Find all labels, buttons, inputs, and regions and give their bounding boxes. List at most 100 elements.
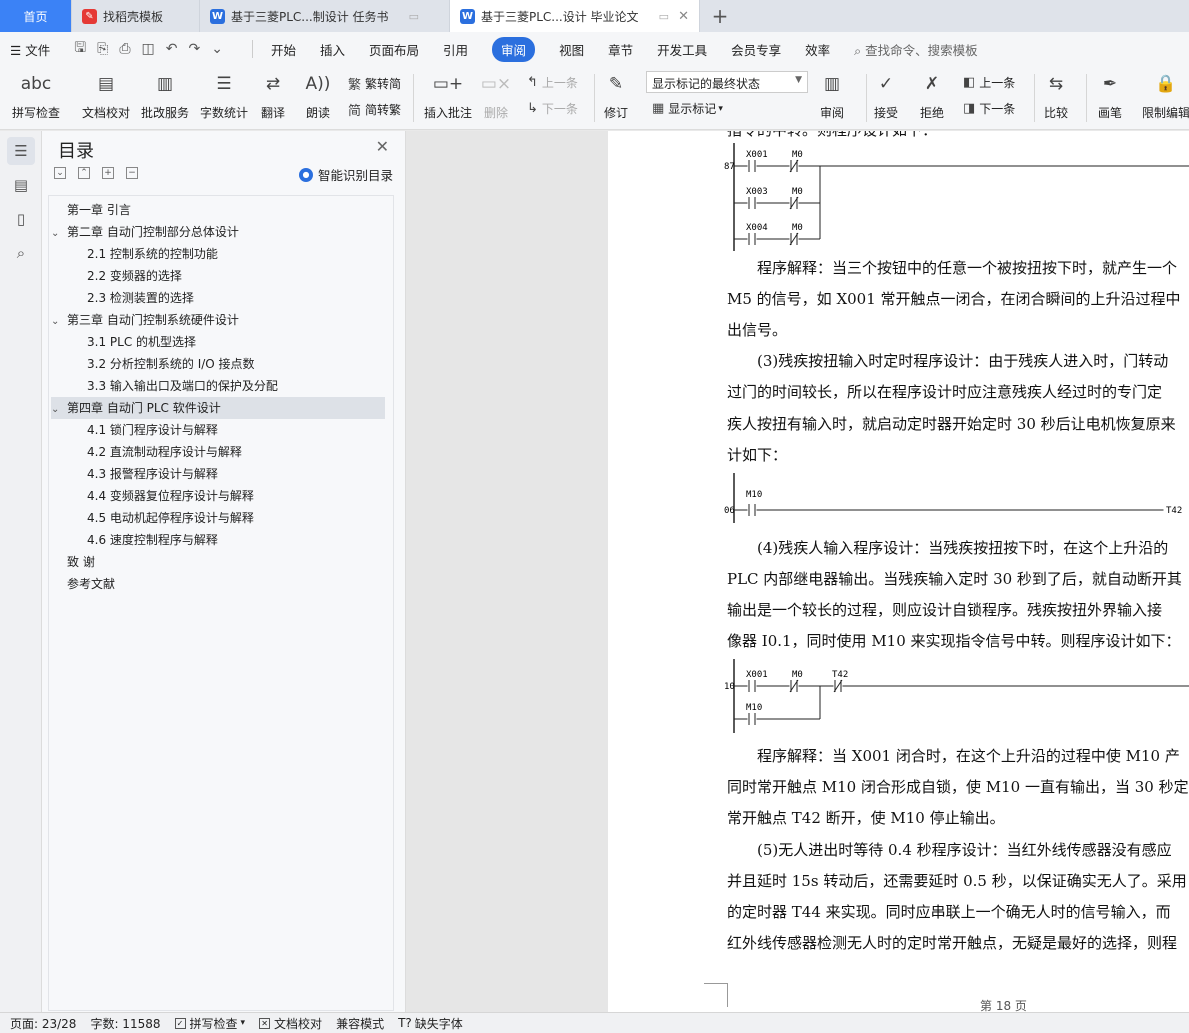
prev-comment-button[interactable]: ↰ 上一条 (527, 74, 578, 91)
menu-review[interactable]: 审阅 (492, 36, 536, 62)
close-icon[interactable]: ✕ (376, 137, 389, 156)
toc-item[interactable]: 4.3 报警程序设计与解释 (87, 463, 385, 485)
toc-item[interactable]: ⌄ 第三章 自动门控制系统硬件设计 (51, 309, 385, 331)
simp-to-trad-button[interactable]: 简简转繁 (348, 100, 401, 119)
close-icon[interactable]: ✕ (678, 9, 689, 24)
track-changes-button[interactable]: ✎ 修订 (602, 70, 630, 121)
doccheck-button[interactable]: ▤ 文档校对 (82, 70, 130, 121)
menu-layout[interactable]: 页面布局 (369, 40, 419, 59)
chevron-down-icon[interactable]: ⌄ (51, 311, 67, 333)
toc-item[interactable]: 4.4 变频器复位程序设计与解释 (87, 485, 385, 507)
doc-text-line: (5)无人进出时等待 0.4 秒程序设计：当红外线传感器没有感应 (757, 841, 1172, 859)
toc-item-label: 2.3 检测装置的选择 (87, 291, 194, 305)
expand-all-icon[interactable]: ⌃ (78, 167, 90, 179)
more-icon[interactable]: ⌄ (211, 41, 223, 57)
export-icon[interactable]: ⎘ (97, 41, 108, 57)
menu-reference[interactable]: 引用 (443, 40, 468, 59)
preview-icon[interactable]: ◫ (142, 41, 155, 57)
toc-item[interactable]: ⌄ 第四章 自动门 PLC 软件设计 (51, 397, 385, 419)
toc-item[interactable]: 4.5 电动机起停程序设计与解释 (87, 507, 385, 529)
wordcount-button[interactable]: ☰ 字数统计 (200, 70, 248, 121)
status-spellcheck[interactable]: ✓ 拼写检查 ▾ (174, 1015, 245, 1032)
toc-item[interactable]: 4.2 直流制动程序设计与解释 (87, 441, 385, 463)
tab-home[interactable]: 首页 (0, 0, 72, 32)
menu-chapter[interactable]: 章节 (608, 40, 633, 59)
review-pane-button[interactable]: ▥ 审阅 (818, 70, 846, 121)
ladder-step-number: 06 (724, 506, 735, 516)
prev-change-button[interactable]: ◧ 上一条 (963, 74, 1015, 91)
menu-efficiency[interactable]: 效率 (805, 40, 830, 59)
chevron-down-icon[interactable]: ⌄ (51, 223, 67, 245)
pin-icon[interactable]: ▭ (409, 10, 419, 23)
word-count[interactable]: 字数: 11588 (90, 1015, 160, 1032)
undo-icon[interactable]: ↶ (166, 41, 178, 57)
accept-button[interactable]: ✓ 接受 (872, 70, 900, 121)
toc-item[interactable]: 致 谢 (51, 551, 385, 573)
contact-x004: X004 (746, 223, 768, 246)
show-markup-button[interactable]: ▦ 显示标记 ▾ (652, 100, 723, 117)
menu-member[interactable]: 会员专享 (731, 40, 781, 59)
remove-heading-icon[interactable]: − (126, 167, 138, 179)
next-comment-button[interactable]: ↳ 下一条 (527, 100, 578, 117)
spellcheck-button[interactable]: abc 拼写检查 (12, 70, 60, 121)
menu-view[interactable]: 视图 (559, 40, 584, 59)
chapter-nav-icon[interactable]: ▤ (7, 171, 35, 199)
menu-insert[interactable]: 插入 (320, 40, 345, 59)
divider (866, 74, 867, 122)
missing-font[interactable]: T? 缺失字体 (398, 1015, 463, 1032)
document-page[interactable]: 指令的中转。则程序设计如下： 87 X001 M0 X003 M0 X004 M… (608, 131, 1189, 1012)
menu-devtools[interactable]: 开发工具 (657, 40, 707, 59)
toc-item[interactable]: 2.2 变频器的选择 (87, 265, 385, 287)
save-icon[interactable]: 🖫 (74, 37, 86, 61)
search-icon[interactable]: ⌕ (7, 239, 35, 267)
tab-task-doc[interactable]: W 基于三菱PLC...制设计 任务书 ▭ (200, 0, 450, 32)
file-menu[interactable]: ☰ 文件 (10, 40, 50, 59)
toc-item-label: 4.4 变频器复位程序设计与解释 (87, 489, 254, 503)
spellcheck-icon: abc (20, 74, 52, 94)
insert-comment-button[interactable]: ▭+ 插入批注 (424, 70, 472, 121)
toc-item[interactable]: ⌄ 第二章 自动门控制部分总体设计 (51, 221, 385, 243)
toc-item[interactable]: 4.1 锁门程序设计与解释 (87, 419, 385, 441)
command-search[interactable]: ⌕ 查找命令、搜索模板 (854, 40, 978, 59)
reject-button[interactable]: ✗ 拒绝 (918, 70, 946, 121)
toc-item[interactable]: 4.6 速度控制程序与解释 (87, 529, 385, 551)
pin-icon[interactable]: ▭ (659, 10, 669, 23)
smart-toc-button[interactable]: ● 智能识别目录 (298, 165, 393, 184)
translate-button[interactable]: ⇄ 翻译 (259, 70, 287, 121)
tab-thesis-doc[interactable]: W 基于三菱PLC...设计 毕业论文 ▭ ✕ (450, 0, 700, 32)
toc-item[interactable]: 3.1 PLC 的机型选择 (87, 331, 385, 353)
doc-text-line: 红外线传感器检测无人时的定时常开触点，无疑是最好的选择，则程 (727, 934, 1178, 952)
ladder-diagram-2: 06 M10 T42 (724, 473, 1189, 523)
add-heading-icon[interactable]: + (102, 167, 114, 179)
collapse-all-icon[interactable]: ⌄ (54, 167, 66, 179)
toc-item[interactable]: 2.1 控制系统的控制功能 (87, 243, 385, 265)
toc-item[interactable]: 参考文献 (51, 573, 385, 595)
toc-icon[interactable]: ☰ (7, 137, 35, 165)
status-proofread[interactable]: ✕ 文档校对 (259, 1015, 322, 1032)
menu-start[interactable]: 开始 (271, 40, 296, 59)
toc-item-label: 第三章 自动门控制系统硬件设计 (67, 313, 239, 327)
trad-to-simp-button[interactable]: 繁繁转简 (348, 74, 401, 93)
restrict-edit-button[interactable]: 🔒 限制编辑 (1142, 70, 1189, 121)
toc-toolbar: ⌄ ⌃ + − (54, 167, 150, 179)
redo-icon[interactable]: ↷ (189, 41, 201, 57)
toc-item[interactable]: 3.2 分析控制系统的 I/O 接点数 (87, 353, 385, 375)
add-tab-icon[interactable]: + (700, 0, 740, 32)
doc-text-line: 同时常开触点 M10 闭合形成自锁，使 M10 一直有输出，当 30 秒定 (727, 778, 1189, 796)
toc-item-label: 4.1 锁门程序设计与解释 (87, 423, 218, 437)
chevron-down-icon[interactable]: ⌄ (51, 399, 67, 421)
tab-template[interactable]: ✎ 找稻壳模板 (72, 0, 200, 32)
print-icon[interactable]: ⎙ (119, 41, 130, 57)
toc-item[interactable]: 2.3 检测装置的选择 (87, 287, 385, 309)
compare-button[interactable]: ⇆ 比较 (1042, 70, 1070, 121)
delete-comment-button[interactable]: ▭× 删除 (481, 70, 511, 121)
batch-service-button[interactable]: ▥ 批改服务 (141, 70, 189, 121)
page-indicator[interactable]: 页面: 23/28 (10, 1015, 76, 1032)
pen-button[interactable]: ✒ 画笔 (1096, 70, 1124, 121)
next-change-button[interactable]: ◨ 下一条 (963, 100, 1015, 117)
toc-item[interactable]: 3.3 输入输出口及端口的保护及分配 (87, 375, 385, 397)
bookmark-icon[interactable]: ▯ (7, 205, 35, 233)
markup-status-select[interactable]: 显示标记的最终状态 ▼ (646, 71, 808, 93)
read-aloud-button[interactable]: A)) 朗读 (304, 70, 332, 121)
toc-item[interactable]: 第一章 引言 (51, 199, 385, 221)
